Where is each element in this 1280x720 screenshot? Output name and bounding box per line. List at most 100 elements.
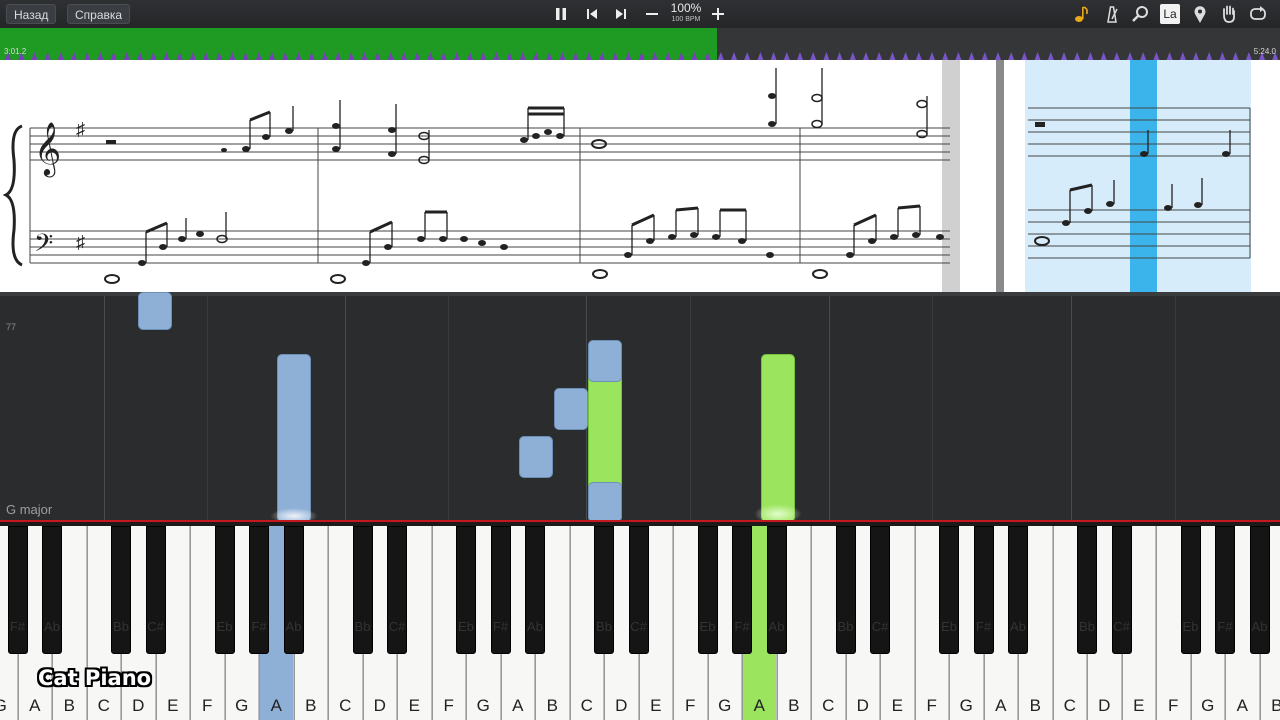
black-key[interactable] [214, 526, 235, 654]
progress-marker [757, 52, 764, 60]
progress-marker [295, 52, 302, 60]
progress-marker [599, 52, 605, 60]
key-label: B [1261, 696, 1280, 716]
svg-text:𝄞: 𝄞 [34, 121, 61, 177]
progress-marker [797, 52, 803, 60]
black-key[interactable] [594, 526, 614, 654]
progress-marker [665, 52, 671, 60]
progress-marker [176, 52, 183, 60]
black-key[interactable] [697, 526, 718, 654]
black-key[interactable] [766, 526, 787, 654]
black-key[interactable] [145, 526, 166, 654]
progress-marker [1219, 52, 1226, 60]
black-key[interactable] [1215, 526, 1235, 654]
progress-marker [84, 52, 91, 60]
key-label: F [443, 696, 454, 715]
key-label: G [718, 696, 732, 715]
black-key[interactable] [1008, 526, 1028, 654]
progress-marker [216, 52, 223, 60]
note-icon[interactable] [1070, 3, 1094, 25]
back-button[interactable]: Назад [6, 4, 57, 24]
magnifier-icon[interactable] [1129, 3, 1153, 25]
falling-note [277, 354, 311, 522]
falling-note [761, 354, 795, 522]
progress-marker [744, 52, 751, 60]
black-key[interactable] [249, 526, 269, 654]
beat-line [345, 296, 346, 520]
key-label: G [1201, 696, 1215, 715]
progress-marker [995, 52, 1001, 60]
black-key[interactable] [456, 526, 476, 654]
black-key[interactable] [1180, 526, 1201, 654]
location-pin-icon[interactable] [1188, 3, 1212, 25]
progress-marker [282, 52, 289, 60]
beat-line [829, 296, 830, 520]
skip-forward-icon[interactable] [610, 3, 632, 25]
la-icon[interactable]: La [1158, 3, 1182, 25]
plus-icon[interactable] [707, 3, 729, 25]
progress-marker [1021, 52, 1028, 60]
key-label: B [1029, 696, 1041, 715]
black-key[interactable] [732, 526, 752, 654]
loop-icon[interactable] [1246, 3, 1270, 25]
black-key-label: F# [9, 619, 26, 634]
staff-notation: 𝄞 𝄢 ♯ ♯ [2, 60, 1251, 292]
key-label: C [97, 696, 110, 715]
falling-note [554, 388, 588, 430]
progress-marker [321, 52, 328, 60]
key-label: A [1236, 696, 1248, 715]
falling-note [588, 340, 622, 382]
key-label: B [63, 696, 75, 715]
black-key[interactable] [525, 526, 545, 654]
black-key[interactable] [352, 526, 373, 654]
help-button[interactable]: Справка [67, 4, 131, 24]
key-label: D [1098, 696, 1111, 715]
metronome-icon[interactable] [1100, 3, 1124, 25]
key-label: A [753, 696, 765, 715]
black-key[interactable] [387, 526, 407, 654]
falling-notes-area[interactable]: 77 G major [0, 292, 1280, 524]
key-label: G [0, 696, 17, 716]
progress-marker [942, 52, 949, 60]
black-key[interactable] [283, 526, 304, 654]
black-key[interactable] [1249, 526, 1270, 654]
key-label: E [1133, 696, 1145, 715]
black-key[interactable] [628, 526, 649, 654]
progress-marker [203, 52, 209, 60]
piano-keyboard[interactable]: GABCDEFGABCDEFGABCDEFGABCDEFGABCDEFGABCD… [0, 520, 1280, 720]
black-key[interactable] [1077, 526, 1097, 654]
hand-icon[interactable] [1217, 3, 1241, 25]
speed-percent: 100% [670, 1, 702, 15]
black-key-label: Eb [216, 619, 233, 634]
minus-icon[interactable] [641, 3, 663, 25]
black-key[interactable] [42, 526, 62, 654]
key-label: B [546, 696, 558, 715]
black-key[interactable] [7, 526, 28, 654]
beat-line [207, 296, 208, 520]
pause-icon[interactable] [550, 3, 572, 25]
progress-marker [467, 52, 473, 60]
progress-marker [242, 52, 249, 60]
progress-marker [770, 52, 777, 60]
key-label: F [202, 696, 213, 715]
black-key[interactable] [490, 526, 511, 654]
progress-marker [453, 52, 460, 60]
progress-marker [823, 52, 830, 60]
progress-marker [1166, 52, 1173, 60]
progress-marker [335, 52, 341, 60]
sheet-music[interactable]: 𝄞 𝄢 ♯ ♯ [0, 60, 1280, 292]
progress-bar[interactable]: 3:01.2 5:24.0 [0, 28, 1280, 60]
brand-logo: Cat Piano [38, 666, 152, 690]
progress-marker [137, 52, 143, 60]
progress-marker [519, 52, 526, 60]
progress-marker [1074, 52, 1081, 60]
progress-marker [163, 52, 170, 60]
black-key[interactable] [835, 526, 856, 654]
skip-back-icon[interactable] [581, 3, 603, 25]
black-key[interactable] [973, 526, 994, 654]
black-key[interactable] [939, 526, 959, 654]
black-key[interactable] [870, 526, 890, 654]
progress-marker [731, 52, 737, 60]
black-key[interactable] [1111, 526, 1132, 654]
black-key[interactable] [111, 526, 131, 654]
